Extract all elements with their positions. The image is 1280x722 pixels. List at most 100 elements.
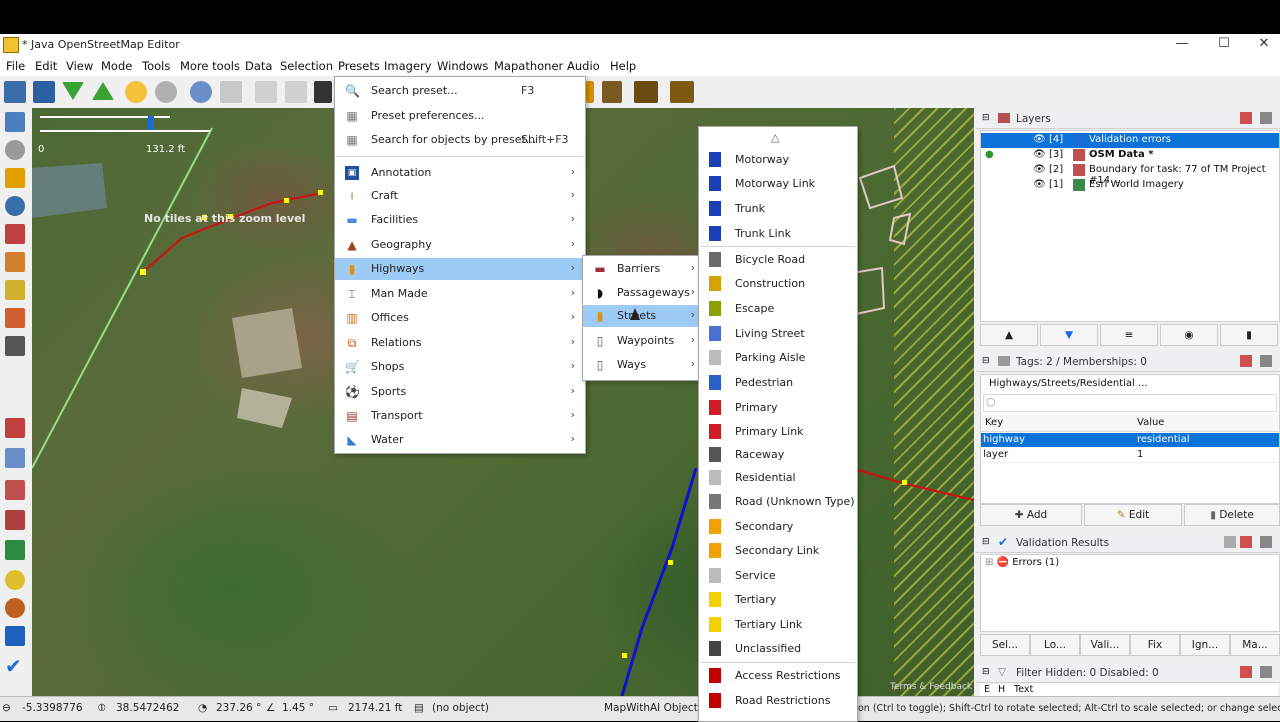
eye-icon[interactable]: 👁 [1033,164,1046,175]
menu-mode[interactable]: Mode [101,59,132,73]
merge-button[interactable]: ≡ [1100,324,1158,346]
open-file-icon[interactable] [4,81,26,103]
history-icon[interactable] [5,570,25,590]
close-button[interactable]: ✕ [1244,36,1280,54]
validator-check-icon[interactable]: ✔ [5,656,25,676]
menu-service[interactable]: Service [699,565,857,587]
zoom-slider-thumb[interactable] [148,116,154,130]
eye-icon[interactable]: 👁 [1033,179,1046,190]
download-icon[interactable] [62,82,84,100]
menu-motorway[interactable]: Motorway [699,149,857,171]
visibility-button[interactable]: ◉ [1160,324,1218,346]
menu-search-objects-by-preset[interactable]: ▦ Search for objects by preset... Shift+… [335,129,585,151]
minimize-button[interactable]: — [1162,36,1202,54]
menu-residential[interactable]: Residential [699,467,857,489]
preferences-icon[interactable] [220,81,242,103]
tags-toggle-icon[interactable] [5,448,25,468]
align-icon[interactable] [255,81,277,103]
menu-living-street[interactable]: Living Street [699,323,857,345]
save-icon[interactable] [33,81,55,103]
detach-icon[interactable] [1240,112,1252,124]
menu-road-unknown-type[interactable]: Road (Unknown Type) [699,491,857,513]
distribute-icon[interactable] [285,81,307,103]
collapse-icon[interactable]: ⊟ [982,356,990,366]
menu-more-tools[interactable]: More tools [180,59,240,73]
menu-presets[interactable]: Presets [338,59,380,73]
conflict-icon[interactable] [5,626,25,646]
menu-pedestrian[interactable]: Pedestrian [699,372,857,394]
menu-data[interactable]: Data [245,59,272,73]
menu-road-restrictions[interactable]: Road Restrictions [699,690,857,712]
improve-way-icon[interactable] [5,308,25,328]
draw-icon[interactable] [5,168,25,188]
lookup-button[interactable]: Lo... [1030,634,1080,656]
menu-highways[interactable]: ▮ Highways › [335,258,585,280]
delete-layer-button[interactable]: ▮ [1220,324,1278,346]
menu-man-made[interactable]: ⌶ Man Made › [335,283,585,305]
eye-icon[interactable]: 👁 [1033,149,1046,160]
validate-button[interactable]: Vali... [1080,634,1130,656]
menu-imagery[interactable]: Imagery [384,59,432,73]
map-attribution[interactable]: Terms & Feedback [890,682,972,692]
edit-tag-button[interactable]: ✎ Edit [1084,504,1182,526]
man-made-icon[interactable] [670,81,694,103]
menu-secondary[interactable]: Secondary [699,516,857,538]
menu-raceway[interactable]: Raceway [699,444,857,466]
layers-toggle-icon[interactable] [5,418,25,438]
menu-annotation[interactable]: ▣ Annotation › [335,162,585,184]
latitude-value[interactable]: -5.3398776 [22,702,83,714]
tag-search-input[interactable]: ○ [983,394,1277,412]
menu-relations[interactable]: ⧉ Relations › [335,332,585,354]
close-panel-icon[interactable] [1260,666,1272,678]
menu-primary[interactable]: Primary [699,397,857,419]
detach-icon[interactable] [1240,536,1252,548]
menu-secondary-link[interactable]: Secondary Link [699,540,857,562]
menu-motorway-link[interactable]: Motorway Link [699,173,857,195]
menu-preset-preferences[interactable]: ▦ Preset preferences... [335,105,585,127]
close-panel-icon[interactable] [1260,536,1272,548]
menu-ways[interactable]: ▯ Ways › [583,354,699,376]
delete-tag-button[interactable]: ▮ Delete [1184,504,1280,526]
menu-windows[interactable]: Windows [437,59,488,73]
selection-list-icon[interactable] [5,510,25,530]
menu-help[interactable]: Help [610,59,636,73]
collapse-icon[interactable]: ⊟ [982,537,990,547]
select-errors-button[interactable]: Sel... [980,634,1030,656]
menu-offices[interactable]: ▥ Offices › [335,307,585,329]
errors-node[interactable]: ⊞ ⛔ Errors (1) [985,557,1059,568]
layer-row[interactable]: 👁 [2] Boundary for task: 77 of TM Projec… [981,163,1279,186]
extrude-icon[interactable] [5,280,25,300]
detach-icon[interactable] [1240,666,1252,678]
menu-trunk[interactable]: Trunk [699,198,857,220]
bridge-icon[interactable] [634,81,658,103]
manage-button[interactable]: Ma... [1230,634,1280,656]
col-value[interactable]: Value [1137,417,1164,428]
restaurant-icon[interactable] [602,81,622,103]
map-icon[interactable] [5,540,25,560]
preset-path[interactable]: Highways/Streets/Residential ... [983,376,1275,392]
layer-row[interactable]: 👁 [1] Esri World Imagery [981,178,1279,193]
menu-sports[interactable]: ⚽ Sports › [335,381,585,403]
menu-selection[interactable]: Selection [280,59,333,73]
menu-access-restrictions[interactable]: Access Restrictions [699,665,857,687]
menu-view[interactable]: View [66,59,93,73]
add-tag-button[interactable]: ✚ Add [980,504,1082,526]
menu-bicycle-road[interactable]: Bicycle Road [699,249,857,271]
building-icon[interactable] [5,336,25,356]
menu-transport[interactable]: ▤ Transport › [335,405,585,427]
relations-toggle-icon[interactable] [5,480,25,500]
delete-mode-icon[interactable] [5,224,25,244]
tags-panel-header[interactable]: ⊟ Tags: 2 / Memberships: 0 [976,353,1280,372]
undo-icon[interactable] [125,81,147,103]
menu-tertiary[interactable]: Tertiary [699,589,857,611]
menu-unclassified[interactable]: Unclassified [699,638,857,660]
menu-file[interactable]: File [6,59,25,73]
menu-audio[interactable]: Audio [567,59,600,73]
menu-facilities[interactable]: ▬ Facilities › [335,209,585,231]
select-icon[interactable] [5,112,25,132]
menu-construction[interactable]: Construction [699,273,857,295]
fix-button[interactable]: Fix [1130,634,1180,656]
parallel-icon[interactable] [5,252,25,272]
menu-streets[interactable]: ▮ Streets › [583,305,699,327]
tag-row[interactable]: layer 1 [981,448,1279,463]
